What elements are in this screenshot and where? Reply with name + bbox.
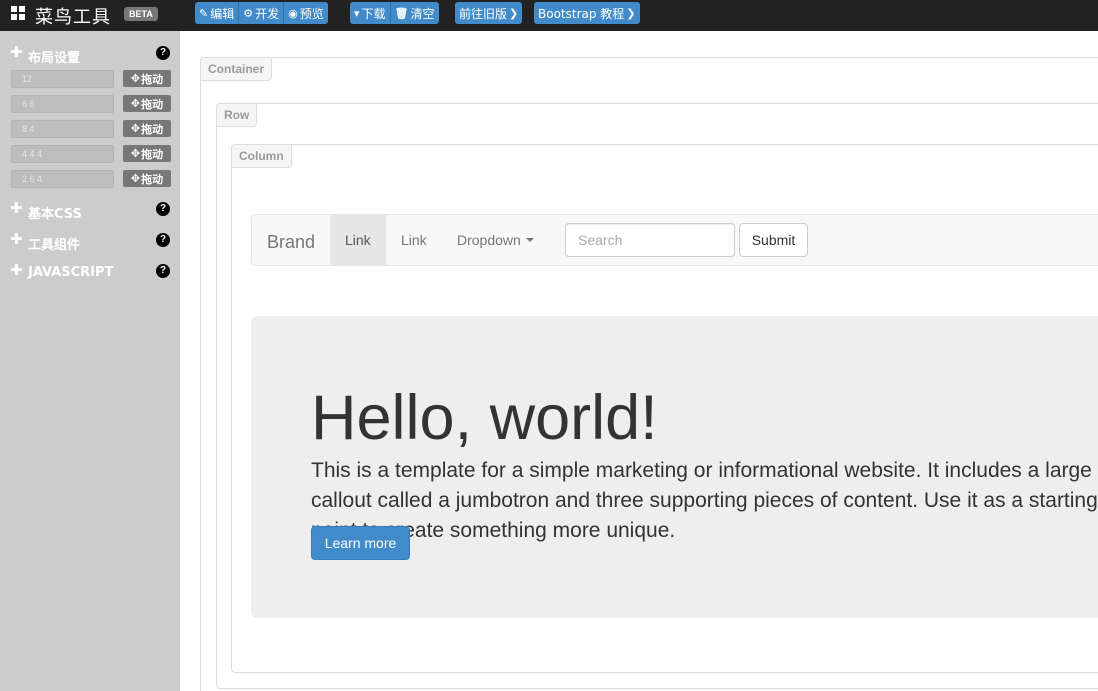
section-label: JAVASCRIPT bbox=[28, 265, 114, 280]
drag-label: 拖动 bbox=[141, 97, 164, 111]
sidebar-section-basic-css[interactable]: ✚ 基本CSS ? bbox=[10, 200, 172, 222]
layout-row-item: 2 6 4 ✥ 拖动 bbox=[11, 170, 171, 188]
jumbotron-heading: Hello, world! bbox=[311, 383, 658, 453]
navbar-dropdown[interactable]: Dropdown bbox=[442, 215, 549, 265]
container-tag: Container bbox=[200, 57, 273, 81]
section-label: 工具组件 bbox=[28, 238, 81, 253]
plus-icon: ✚ bbox=[10, 262, 23, 279]
edit-button[interactable]: ✎ 编辑 bbox=[195, 2, 240, 24]
move-icon: ✥ bbox=[130, 147, 141, 160]
move-icon: ✥ bbox=[130, 172, 141, 185]
help-icon[interactable]: ? bbox=[156, 264, 170, 278]
dropdown-label: Dropdown bbox=[457, 232, 521, 248]
clear-label: 清空 bbox=[410, 6, 435, 21]
download-button[interactable]: ▾ 下载 bbox=[350, 2, 391, 24]
top-navbar: 菜鸟工具 BETA ✎ 编辑 ⚙ 开发 ◉ 预览 ▾ 下载 🗑 清空 前往旧版 … bbox=[0, 0, 1098, 31]
row-input[interactable]: 6 6 bbox=[11, 95, 114, 113]
drag-button[interactable]: ✥ 拖动 bbox=[123, 95, 171, 112]
drag-label: 拖动 bbox=[141, 72, 164, 86]
old-version-label: 前往旧版 bbox=[459, 6, 508, 21]
clear-button[interactable]: 🗑 清空 bbox=[390, 2, 439, 24]
view-mode-button-group: ✎ 编辑 ⚙ 开发 ◉ 预览 bbox=[195, 2, 328, 24]
preview-label: 预览 bbox=[299, 6, 324, 21]
drag-button[interactable]: ✥ 拖动 bbox=[123, 170, 171, 187]
layout-row-item: 12 ✥ 拖动 bbox=[11, 70, 171, 88]
move-icon: ✥ bbox=[130, 122, 141, 135]
app-title[interactable]: 菜鸟工具 bbox=[35, 3, 111, 29]
sidebar-section-javascript[interactable]: ✚ JAVASCRIPT ? bbox=[10, 262, 172, 280]
edit-icon: ✎ bbox=[199, 6, 209, 20]
row-tag: Row bbox=[216, 103, 258, 127]
help-icon[interactable]: ? bbox=[156, 46, 170, 60]
old-version-button[interactable]: 前往旧版 ❯ bbox=[455, 2, 523, 24]
chevron-right-icon: ❯ bbox=[509, 6, 519, 20]
chevron-right-icon: ❯ bbox=[626, 6, 636, 20]
download-label: 下载 bbox=[361, 6, 386, 21]
develop-button[interactable]: ⚙ 开发 bbox=[239, 2, 285, 24]
jumbotron-text: This is a template for a simple marketin… bbox=[311, 459, 1098, 542]
drag-label: 拖动 bbox=[141, 122, 164, 136]
dev-icon: ⚙ bbox=[243, 6, 254, 20]
tutorial-group: Bootstrap 教程 ❯ bbox=[534, 2, 640, 24]
help-icon[interactable]: ? bbox=[156, 233, 170, 247]
sidebar-section-layout[interactable]: ✚ 布局设置 ? bbox=[10, 44, 172, 66]
edit-label: 编辑 bbox=[210, 6, 235, 21]
column-tag: Column bbox=[231, 144, 292, 168]
plus-icon: ✚ bbox=[10, 231, 23, 248]
drag-label: 拖动 bbox=[141, 147, 164, 161]
navbar-brand[interactable]: Brand bbox=[267, 232, 315, 253]
eye-icon: ◉ bbox=[288, 6, 298, 20]
move-icon: ✥ bbox=[130, 72, 141, 85]
section-label: 布局设置 bbox=[28, 51, 81, 66]
chevron-down-icon: ▾ bbox=[354, 6, 360, 20]
bootstrap-tutorial-label: Bootstrap 教程 bbox=[538, 6, 625, 21]
layout-row-item: 4 4 4 ✥ 拖动 bbox=[11, 145, 171, 163]
section-label: 基本CSS bbox=[28, 207, 82, 222]
demo-navbar: Brand Link Link Dropdown Search Submit bbox=[251, 214, 1098, 266]
help-icon[interactable]: ? bbox=[156, 202, 170, 216]
learn-more-button[interactable]: Learn more bbox=[311, 526, 410, 560]
navbar-link[interactable]: Link bbox=[386, 215, 442, 265]
layout-row-item: 8 4 ✥ 拖动 bbox=[11, 120, 171, 138]
move-icon: ✥ bbox=[130, 97, 141, 110]
submit-button[interactable]: Submit bbox=[739, 223, 808, 257]
plus-icon: ✚ bbox=[10, 44, 23, 61]
jumbotron: Hello, world! This is a template for a s… bbox=[251, 316, 1098, 618]
preview-button[interactable]: ◉ 预览 bbox=[284, 2, 328, 24]
sidebar: ✚ 布局设置 ? 12 ✥ 拖动 6 6 ✥ 拖动 8 4 ✥ 拖动 4 4 4 ✥ 拖… bbox=[0, 31, 180, 691]
layout-row-item: 6 6 ✥ 拖动 bbox=[11, 95, 171, 113]
file-button-group: ▾ 下载 🗑 清空 bbox=[350, 2, 439, 24]
develop-label: 开发 bbox=[255, 6, 280, 21]
beta-badge: BETA bbox=[124, 7, 158, 21]
drag-button[interactable]: ✥ 拖动 bbox=[123, 120, 171, 137]
drag-label: 拖动 bbox=[141, 172, 164, 186]
navbar-link-active[interactable]: Link bbox=[330, 215, 386, 265]
row-input[interactable]: 4 4 4 bbox=[11, 145, 114, 163]
trash-icon: 🗑 bbox=[394, 6, 409, 20]
row-input[interactable]: 2 6 4 bbox=[11, 170, 114, 188]
drag-button[interactable]: ✥ 拖动 bbox=[123, 145, 171, 162]
grid-logo-icon bbox=[11, 6, 26, 21]
caret-down-icon bbox=[525, 238, 534, 242]
drag-button[interactable]: ✥ 拖动 bbox=[123, 70, 171, 87]
bootstrap-tutorial-button[interactable]: Bootstrap 教程 ❯ bbox=[534, 2, 640, 24]
row-input[interactable]: 8 4 bbox=[11, 120, 114, 138]
plus-icon: ✚ bbox=[10, 200, 23, 217]
row-input[interactable]: 12 bbox=[11, 70, 114, 88]
old-version-group: 前往旧版 ❯ bbox=[455, 2, 523, 24]
search-input[interactable]: Search bbox=[565, 223, 735, 257]
sidebar-section-components[interactable]: ✚ 工具组件 ? bbox=[10, 231, 172, 253]
